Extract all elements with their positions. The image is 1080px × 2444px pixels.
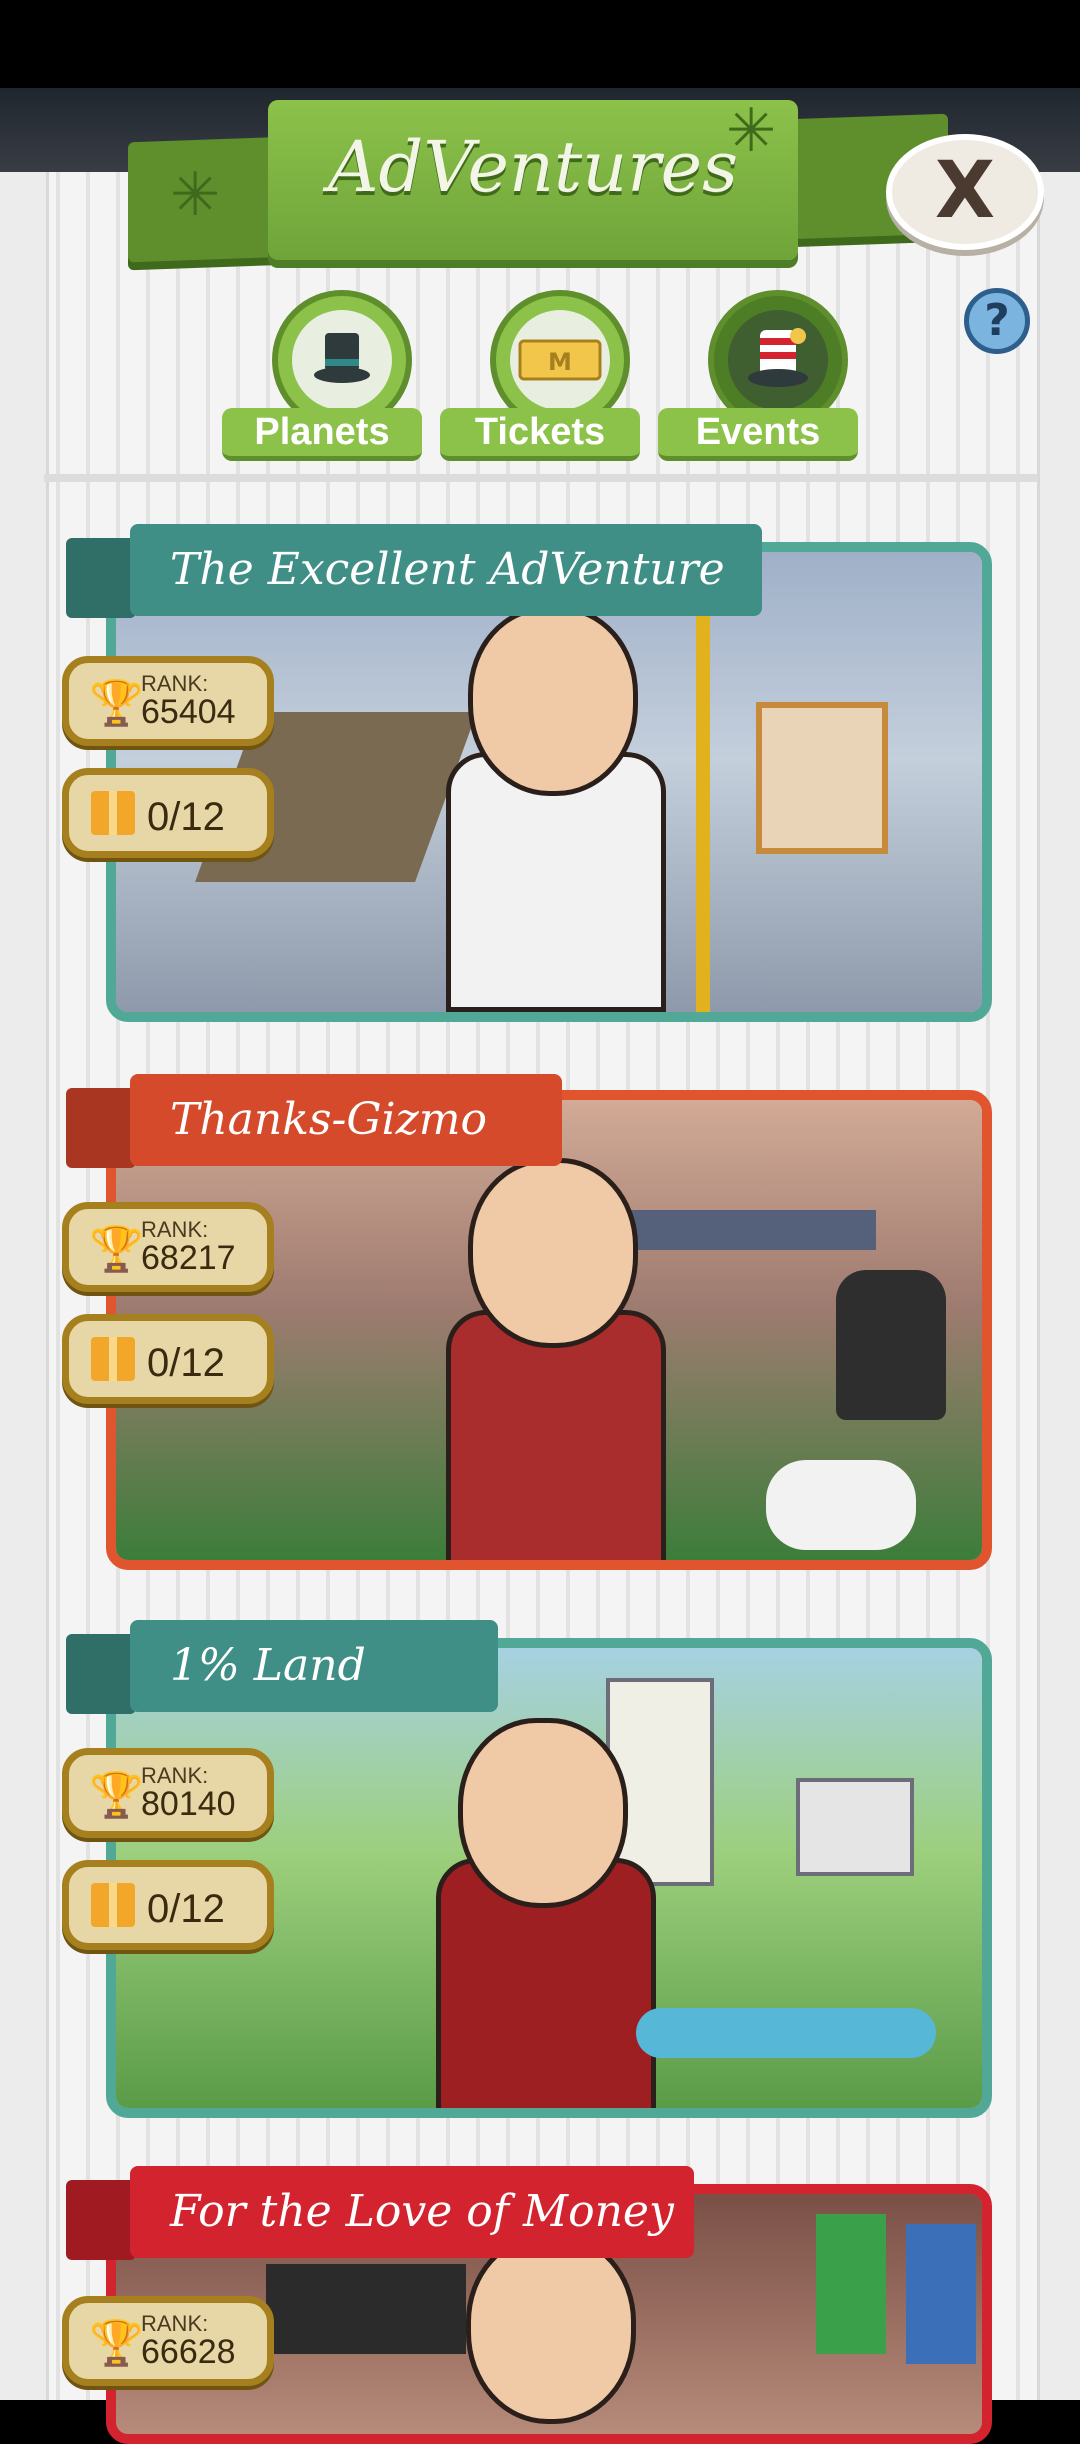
tab-tickets[interactable]: M Tickets — [440, 290, 640, 461]
scene-robot-dog — [766, 1460, 916, 1550]
reward-progress: 0/12 — [147, 1887, 225, 1931]
question-icon: ? — [984, 295, 1010, 346]
rank-badge[interactable]: 🏆 RANK: 65404 — [62, 656, 274, 746]
ticket-icon: M — [510, 310, 610, 410]
trophy-icon: 🏆 — [89, 1770, 144, 1821]
banner-tail — [66, 1088, 136, 1168]
rank-value: 68217 — [141, 1239, 236, 1277]
starburst-icon: ✳ — [170, 160, 221, 230]
scene-piano — [266, 2264, 466, 2354]
reward-badge[interactable]: 0/12 — [62, 1314, 274, 1404]
scene-table — [616, 1210, 876, 1250]
scene-suit-green — [816, 2214, 886, 2354]
adventure-title-banner: Thanks-Gizmo — [130, 1074, 562, 1166]
close-icon: X — [934, 146, 996, 236]
top-hat-icon — [292, 310, 392, 410]
scene-suit-blue — [906, 2224, 976, 2364]
gift-icon — [91, 1883, 135, 1927]
scene-character-face — [468, 1158, 638, 1348]
tab-events[interactable]: Events — [658, 290, 858, 461]
scene-painting — [756, 702, 888, 854]
help-button[interactable]: ? — [964, 288, 1030, 354]
adventure-title-banner: For the Love of Money — [130, 2166, 694, 2258]
reward-progress: 0/12 — [147, 1341, 225, 1385]
scene-character-body — [446, 1310, 666, 1560]
gift-icon — [91, 1337, 135, 1381]
tab-label: Tickets — [440, 408, 640, 461]
ticket-icon-text: M — [548, 348, 572, 376]
status-bar — [0, 0, 1080, 88]
rank-badge[interactable]: 🏆 RANK: 68217 — [62, 1202, 274, 1292]
rank-value: 65404 — [141, 693, 236, 731]
scene-staff — [696, 592, 710, 1012]
reward-badge[interactable]: 0/12 — [62, 768, 274, 858]
adventure-title-banner: 1% Land — [130, 1620, 498, 1712]
scene-character-face — [458, 1718, 628, 1908]
banner-tail — [66, 2180, 136, 2260]
trophy-icon: 🏆 — [89, 2318, 144, 2369]
scene-suit — [836, 1270, 946, 1420]
scene-character-face — [466, 2234, 636, 2424]
banner-tail — [66, 538, 136, 618]
panel-edge-right — [1037, 172, 1080, 2400]
scene-gift-box — [796, 1778, 914, 1876]
scene-character-face — [468, 606, 638, 796]
panel-edge-left — [0, 172, 49, 2400]
banner-tail — [66, 1634, 136, 1714]
tab-label: Planets — [222, 408, 422, 461]
rank-value: 66628 — [141, 2333, 236, 2371]
reward-progress: 0/12 — [147, 795, 225, 839]
reward-badge[interactable]: 0/12 — [62, 1860, 274, 1950]
trophy-icon: 🏆 — [89, 678, 144, 729]
adventure-title-banner: The Excellent AdVenture — [130, 524, 762, 616]
tab-label: Events — [658, 408, 858, 461]
tab-planets[interactable]: Planets — [222, 290, 422, 461]
close-button[interactable]: X — [886, 134, 1044, 250]
rank-badge[interactable]: 🏆 RANK: 66628 — [62, 2296, 274, 2386]
divider — [44, 474, 1038, 482]
rank-badge[interactable]: 🏆 RANK: 80140 — [62, 1748, 274, 1838]
rank-value: 80140 — [141, 1785, 236, 1823]
event-hat-icon — [728, 310, 828, 410]
trophy-icon: 🏆 — [89, 1224, 144, 1275]
gift-icon — [91, 791, 135, 835]
scene-river — [636, 2008, 936, 2058]
page-title: AdVentures — [327, 126, 739, 208]
